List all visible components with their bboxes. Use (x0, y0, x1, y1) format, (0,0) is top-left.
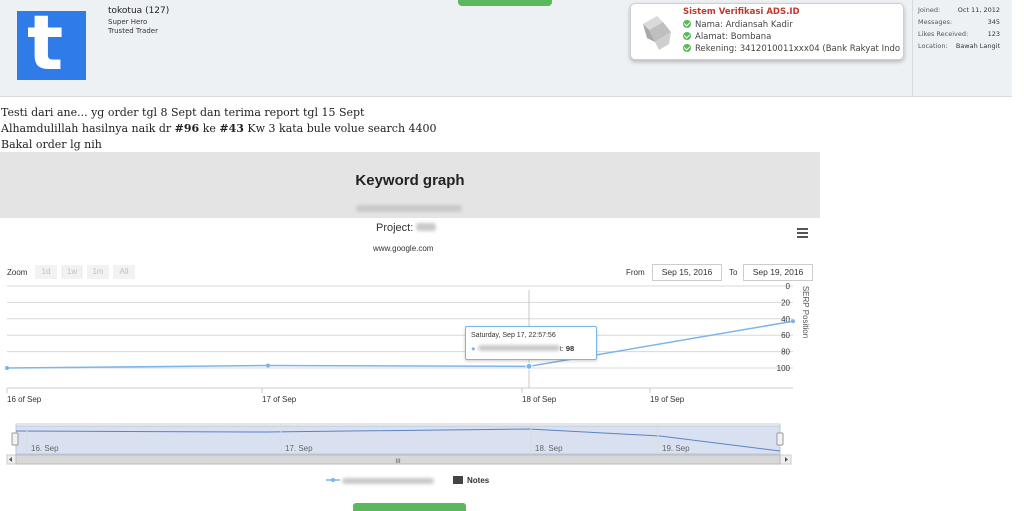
serp-line-chart: 020406080100SERP Position16 of Sep 17 of … (5, 282, 810, 465)
blurred-keyword (354, 197, 464, 212)
post-line-1: Testi dari ane... yg order tgl 8 Sept da… (1, 106, 365, 119)
post-text: Kw 3 kata bule volue search 4400 (243, 122, 437, 135)
verification-box: Sistem Verifikasi ADS.ID Nama: Ardiansah… (630, 3, 904, 60)
avatar-letter: t (27, 0, 64, 87)
navigator-label: 18. Sep (535, 444, 563, 453)
verified-name: Nama: Ardiansah Kadir (683, 20, 793, 30)
notes-swatch-icon (453, 476, 463, 484)
y-tick-label: 80 (781, 348, 790, 357)
y-tick-label: 100 (777, 364, 791, 373)
user-title-2: Trusted Trader (108, 27, 158, 35)
post-line-2: Alhamdulillah hasilnya naik dr #96 ke #4… (1, 122, 437, 135)
data-point[interactable] (791, 319, 795, 324)
y-tick-label: 60 (781, 331, 790, 340)
data-point[interactable] (266, 363, 270, 368)
navigator-right-handle[interactable] (776, 432, 784, 446)
verified-account-text: Rekening: 3412010011xxx04 (Bank Rakyat I… (695, 44, 901, 54)
post-text: ke (199, 122, 220, 135)
user-titles: Super Hero Trusted Trader (108, 18, 158, 36)
y-tick-label: 20 (781, 298, 790, 307)
username-line: tokotua (127) (108, 6, 169, 16)
tooltip-value: 98 (565, 344, 575, 353)
verified-account: Rekening: 3412010011xxx04 (Bank Rakyat I… (683, 44, 900, 54)
data-point[interactable] (525, 362, 533, 370)
y-axis-title: SERP Position (801, 286, 810, 338)
navigator-label: 16. Sep (31, 444, 59, 453)
username-link[interactable]: tokotua (108, 6, 142, 16)
stat-value-location[interactable]: Bawah Langit (940, 42, 1000, 50)
post-rank-to: #43 (219, 122, 244, 135)
stat-label-joined: Joined: (918, 6, 941, 14)
avatar[interactable]: t (17, 5, 86, 81)
x-tick-label: 18 of Sep (522, 395, 557, 404)
tooltip-row: ● t: 98 (471, 344, 575, 353)
post-line-3: Bakal order lg nih (1, 138, 102, 151)
verified-address: Alamat: Bombana (683, 32, 771, 42)
stat-value-messages[interactable]: 345 (940, 18, 1000, 26)
user-post-count: (127) (145, 6, 170, 16)
post-text: Alhamdulillah hasilnya naik dr (1, 122, 175, 135)
legend-item-notes[interactable]: Notes (453, 476, 489, 485)
scrollbar-grip-icon: III (395, 458, 401, 465)
verified-address-text: Alamat: Bombana (695, 32, 772, 42)
y-tick-label: 0 (786, 282, 791, 291)
post-rank-from: #96 (174, 122, 200, 135)
x-tick-label: 19 of Sep (650, 395, 685, 404)
legend-item-series[interactable] (326, 476, 435, 486)
navigator-label: 17. Sep (285, 444, 313, 453)
tooltip-date: Saturday, Sep 17, 22:57:56 (471, 332, 556, 339)
bottom-green-button[interactable] (353, 503, 466, 511)
stat-value-joined: Oct 11, 2012 (957, 6, 1000, 14)
navigator-label: 19. Sep (662, 444, 690, 453)
x-tick-label: 16 of Sep (7, 395, 42, 404)
verified-name-text: Nama: Ardiansah Kadir (695, 20, 793, 30)
chart-tooltip: Saturday, Sep 17, 22:57:56 ● t: 98 (465, 326, 597, 360)
series-line (6, 320, 794, 369)
navigator-left-handle[interactable] (11, 432, 19, 446)
top-green-button[interactable] (458, 0, 552, 6)
data-point[interactable] (5, 366, 9, 370)
keyword-graph-heading: Keyword graph (355, 172, 465, 189)
check-icon (683, 44, 691, 52)
x-tick-label: 17 of Sep (262, 395, 297, 404)
check-icon (683, 32, 691, 40)
ads-logo-icon (643, 16, 671, 50)
stat-value-likes: 123 (987, 30, 1000, 38)
verification-title: Sistem Verifikasi ADS.ID (683, 7, 800, 17)
check-icon (683, 20, 691, 28)
legend-notes-label: Notes (467, 476, 490, 485)
user-title-1: Super Hero (108, 18, 148, 26)
